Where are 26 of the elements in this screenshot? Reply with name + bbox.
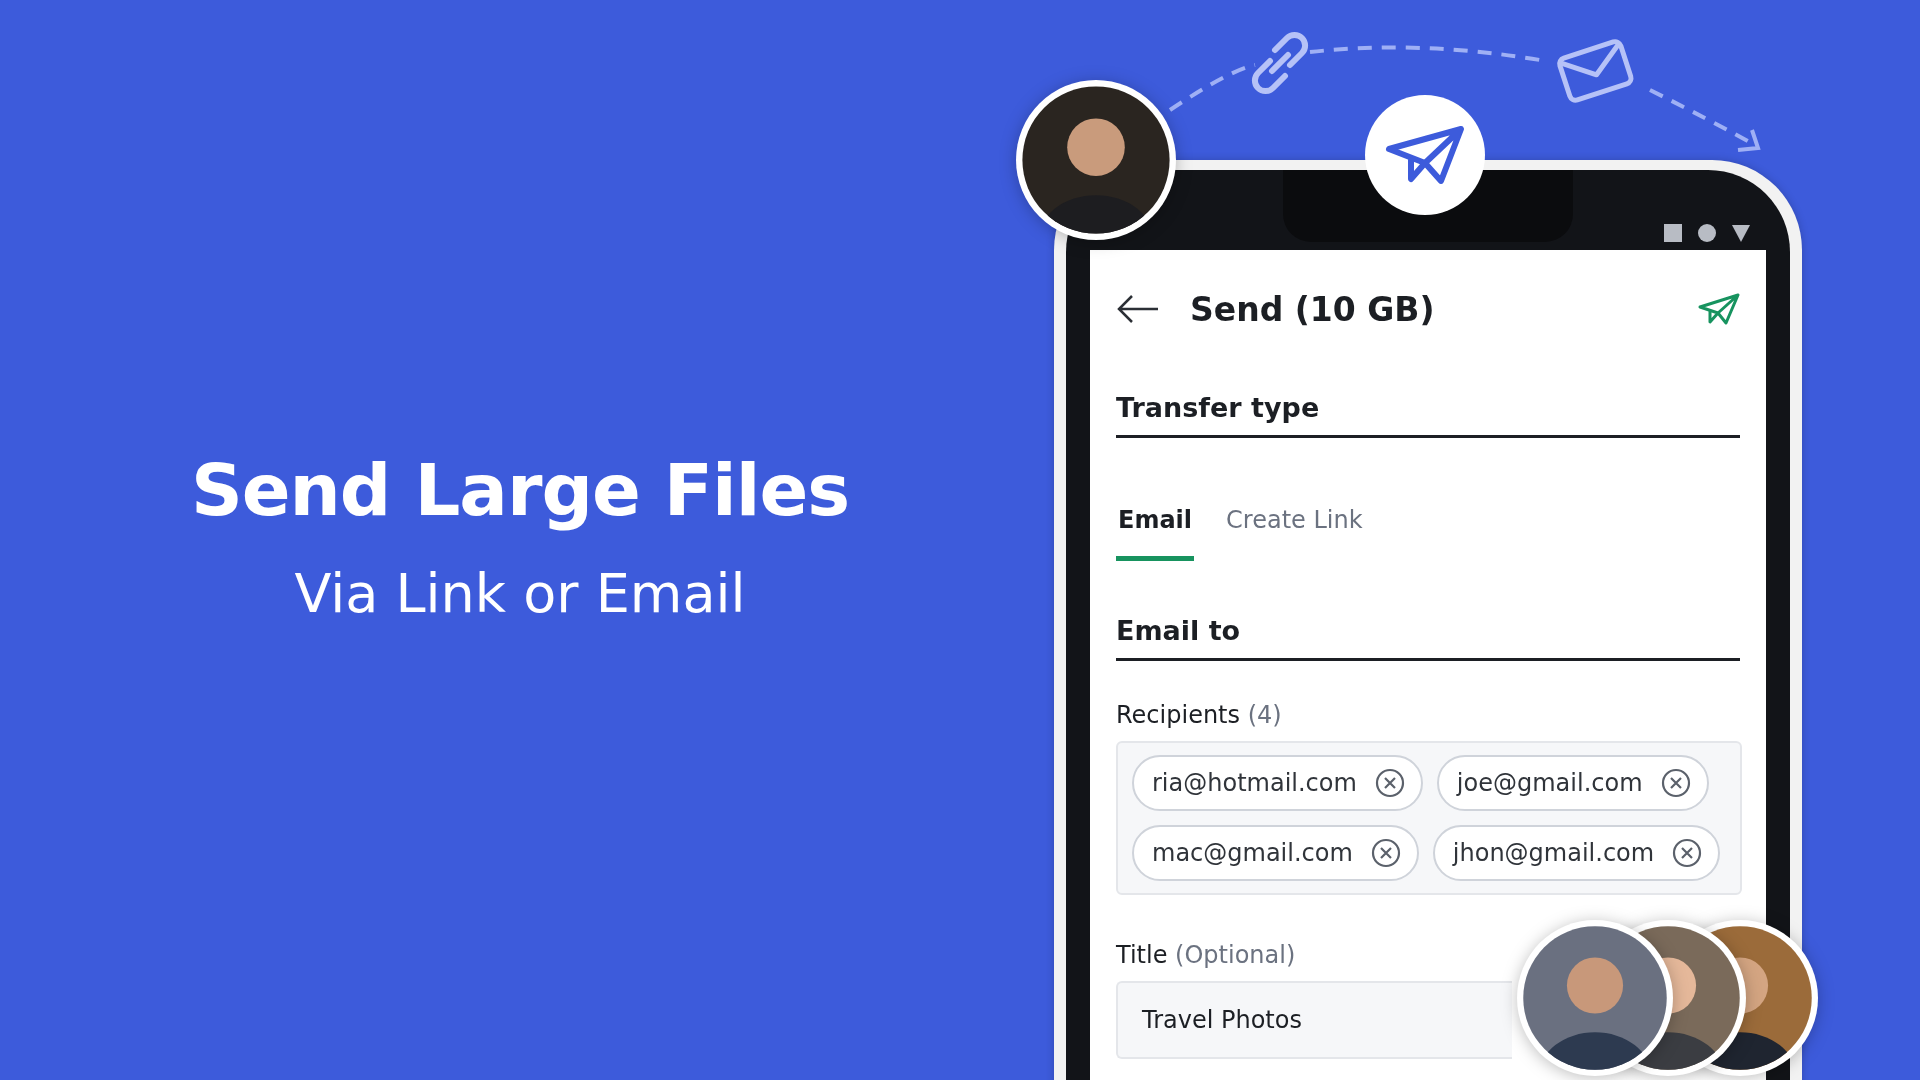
screen-title: Send (10 GB) bbox=[1190, 289, 1436, 329]
recipients-label: Recipients (4) bbox=[1116, 701, 1283, 729]
recipient-email: ria@hotmail.com bbox=[1152, 769, 1357, 797]
section-heading: Transfer type bbox=[1116, 378, 1740, 438]
recipient-email: jhon@gmail.com bbox=[1452, 839, 1655, 867]
remove-icon[interactable] bbox=[1660, 768, 1691, 798]
transfer-tab[interactable]: Create Link bbox=[1224, 506, 1365, 561]
square-icon bbox=[1664, 224, 1682, 242]
section-heading: Email to bbox=[1116, 601, 1740, 661]
circle-icon bbox=[1698, 224, 1716, 242]
recipient-email: joe@gmail.com bbox=[1456, 769, 1643, 797]
title-value: Travel Photos bbox=[1142, 1006, 1302, 1034]
hero-subtitle: Via Link or Email bbox=[294, 562, 746, 625]
remove-icon[interactable] bbox=[1374, 768, 1405, 798]
recipient-email: mac@gmail.com bbox=[1152, 839, 1353, 867]
title-label: Title (Optional) bbox=[1116, 941, 1297, 969]
paper-plane-icon bbox=[1385, 125, 1465, 185]
hero-title: Send Large Files bbox=[190, 448, 850, 532]
recipients-field[interactable]: ria@hotmail.com joe@gmail.com mac@gmail.com jhon@gmail.com bbox=[1116, 741, 1742, 895]
send-icon[interactable] bbox=[1698, 293, 1740, 325]
transfer-tab[interactable]: Email bbox=[1116, 506, 1195, 561]
remove-icon[interactable] bbox=[1370, 838, 1401, 868]
remove-icon[interactable] bbox=[1672, 838, 1703, 868]
triangle-icon bbox=[1732, 225, 1750, 242]
back-arrow-icon[interactable] bbox=[1116, 294, 1160, 324]
title-field[interactable]: Travel Photos bbox=[1116, 981, 1512, 1059]
